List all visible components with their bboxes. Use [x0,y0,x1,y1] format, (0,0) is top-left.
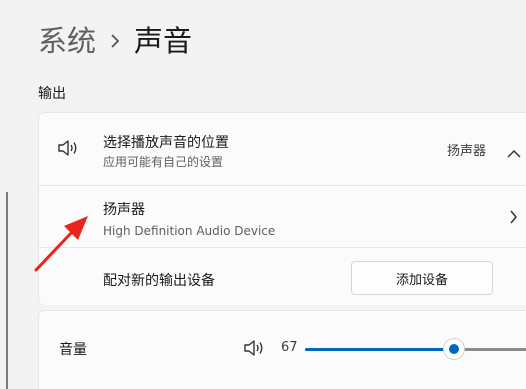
choose-output-title: 选择播放声音的位置 [103,135,229,151]
choose-output-subtitle: 应用可能有自己的设置 [103,155,224,169]
volume-slider[interactable] [305,331,526,367]
chevron-up-icon[interactable] [507,143,521,162]
device-description: High Definition Audio Device [103,224,276,238]
speaker-icon [57,139,79,161]
pair-output-label: 配对新的输出设备 [103,273,215,289]
page-title: 声音 [134,24,193,58]
add-device-button[interactable]: 添加设备 [351,261,493,295]
speaker-icon[interactable] [243,339,265,361]
slider-thumb[interactable] [443,339,464,359]
volume-value: 67 [281,340,298,355]
breadcrumb: 系统 声音 [38,22,192,60]
chevron-right-icon [110,33,120,49]
device-name: 扬声器 [103,202,145,218]
chevron-right-icon[interactable] [509,209,518,228]
section-label-output: 输出 [38,86,66,102]
slider-fill [305,348,454,351]
volume-card: 音量 67 [38,310,526,389]
volume-label: 音量 [59,342,87,358]
selected-output-value: 扬声器 [447,144,487,159]
breadcrumb-system-link[interactable]: 系统 [38,22,96,60]
window-edge [6,192,8,389]
output-card: 选择播放声音的位置 应用可能有自己的设置 扬声器 扬声器 High Defini… [38,112,526,305]
